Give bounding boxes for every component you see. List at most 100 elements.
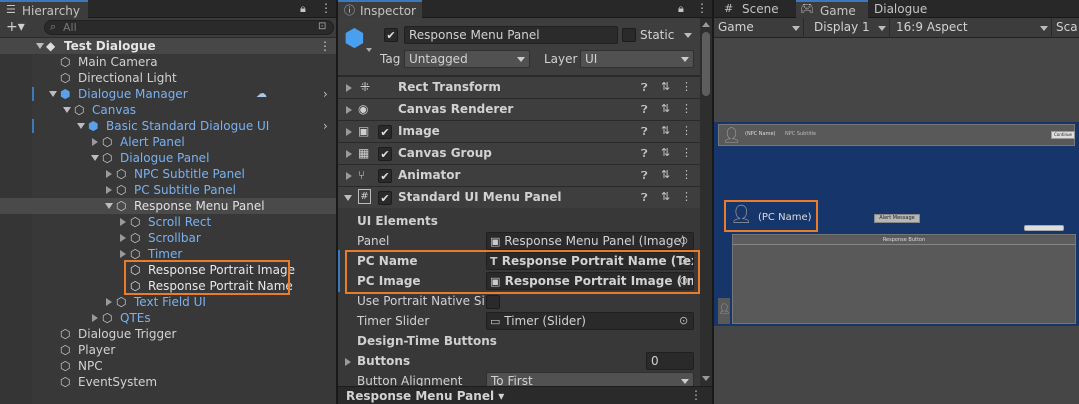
inspector-scrollbar[interactable] — [700, 18, 712, 386]
hierarchy-item-response-menu-panel[interactable]: ⬡ Response Menu Panel — [0, 198, 336, 214]
hierarchy-item-alert-panel[interactable]: ⬡ Alert Panel — [0, 134, 336, 150]
enabled-checkbox[interactable]: ✔ — [378, 191, 392, 205]
expand-arrow-icon[interactable] — [105, 203, 113, 209]
settings-sliders-icon[interactable]: ⇅ — [661, 80, 670, 93]
component-canvas-group[interactable]: ▦ ✔ Canvas Group ❓︎ ⇅ ⋮ — [338, 142, 712, 164]
layer-dropdown[interactable]: UI — [580, 50, 694, 68]
icon-dropdown-arrow[interactable] — [366, 48, 372, 52]
hierarchy-item-eventsystem[interactable]: ⬡ EventSystem — [0, 374, 336, 390]
hierarchy-item-directional-light[interactable]: ⬡ Directional Light — [0, 70, 336, 86]
hierarchy-item-pc-subtitle-panel[interactable]: ⬡ PC Subtitle Panel — [0, 182, 336, 198]
footer-more-icon[interactable]: ⋮ — [690, 388, 702, 402]
component-animator[interactable]: ⑂ ✔ Animator ❓︎ ⇅ ⋮ — [338, 164, 712, 186]
collapse-arrow-icon[interactable] — [92, 314, 98, 322]
collapse-arrow-icon[interactable] — [106, 186, 112, 194]
hierarchy-item-text-field-ui[interactable]: ⬡ Text Field UI — [0, 294, 336, 310]
tab-dialogue[interactable]: Dialogue — [874, 0, 954, 18]
expand-arrow-icon[interactable] — [77, 123, 85, 129]
active-checkbox[interactable]: ✔ — [384, 28, 398, 42]
collapse-arrow-icon[interactable] — [346, 106, 352, 114]
settings-sliders-icon[interactable]: ⇅ — [661, 168, 670, 181]
collapse-arrow-icon[interactable] — [346, 84, 352, 92]
collapse-arrow-icon[interactable] — [346, 172, 352, 180]
help-icon[interactable]: ❓︎ — [641, 191, 648, 205]
scrollbar-thumb[interactable] — [702, 32, 710, 96]
hierarchy-item-npc[interactable]: ⬡ NPC — [0, 358, 336, 374]
aspect-dropdown[interactable]: 16:9 Aspect — [892, 18, 1052, 38]
object-picker-icon[interactable]: ⊙ — [679, 313, 688, 329]
open-prefab-arrow-icon[interactable]: › — [323, 118, 328, 134]
enabled-checkbox[interactable]: ✔ — [378, 147, 392, 161]
search-options-icon[interactable]: ⊡ — [318, 21, 326, 32]
help-icon[interactable]: ❓︎ — [641, 81, 648, 95]
expand-arrow-icon[interactable] — [49, 91, 57, 97]
continue-button[interactable]: Continue — [1051, 131, 1075, 139]
tag-dropdown[interactable]: Untagged — [404, 50, 530, 68]
settings-sliders-icon[interactable]: ⇅ — [661, 124, 670, 137]
hierarchy-item-main-camera[interactable]: ⬡ Main Camera — [0, 54, 336, 70]
object-name-field[interactable]: Response Menu Panel — [404, 26, 618, 44]
collapse-arrow-icon[interactable] — [346, 150, 352, 158]
collapse-arrow-icon[interactable] — [92, 138, 98, 146]
component-more-icon[interactable]: ⋮ — [681, 102, 692, 115]
game-mode-dropdown[interactable]: Game — [714, 18, 804, 38]
component-standard-ui-menu-panel[interactable]: # ✔ Standard UI Menu Panel ❓︎ ⇅ ⋮ — [338, 186, 712, 208]
open-prefab-arrow-icon[interactable]: › — [323, 86, 328, 102]
hierarchy-item-scrollbar[interactable]: ⬡ Scrollbar — [0, 230, 336, 246]
collapse-arrow-icon[interactable] — [106, 298, 112, 306]
scroll-down-icon[interactable] — [702, 376, 710, 381]
hierarchy-item-npc-subtitle-panel[interactable]: ⬡ NPC Subtitle Panel — [0, 166, 336, 182]
component-more-icon[interactable]: ⋮ — [681, 190, 692, 203]
use-portrait-checkbox[interactable] — [486, 295, 500, 309]
expand-arrow-icon[interactable] — [91, 155, 99, 161]
help-icon[interactable]: ❓︎ — [641, 103, 648, 117]
response-button[interactable]: Response Button — [733, 237, 1075, 245]
component-more-icon[interactable]: ⋮ — [681, 146, 692, 159]
lock-icon[interactable]: 🔒︎ — [300, 2, 306, 16]
scene-row[interactable]: ◆ Test Dialogue ⋮ — [0, 38, 336, 54]
collapse-arrow-icon[interactable] — [345, 358, 351, 366]
hierarchy-item-basic-standard-dialogue-ui[interactable]: ⬢ Basic Standard Dialogue UI › — [0, 118, 336, 134]
collapse-arrow-icon[interactable] — [120, 218, 126, 226]
hierarchy-item-dialogue-panel[interactable]: ⬡ Dialogue Panel — [0, 150, 336, 166]
static-checkbox[interactable] — [622, 28, 636, 42]
more-icon[interactable]: ⋮ — [320, 1, 332, 15]
settings-sliders-icon[interactable]: ⇅ — [661, 190, 670, 203]
settings-sliders-icon[interactable]: ⇅ — [661, 102, 670, 115]
hierarchy-item-dialogue-manager[interactable]: ⬢ Dialogue Manager ☁ › — [0, 86, 336, 102]
help-icon[interactable]: ❓︎ — [641, 169, 648, 183]
search-field[interactable]: ⌕ All ⊡ — [44, 20, 334, 35]
expand-arrow-icon[interactable] — [36, 43, 44, 49]
panel-object-field[interactable]: ▣ Response Menu Panel (Image) ⊙ — [486, 232, 694, 250]
component-more-icon[interactable]: ⋮ — [681, 168, 692, 181]
collapse-arrow-icon[interactable] — [120, 234, 126, 242]
collapse-arrow-icon[interactable] — [346, 128, 352, 136]
help-icon[interactable]: ❓︎ — [641, 125, 648, 139]
more-icon[interactable]: ⋮ — [696, 1, 708, 15]
scene-more-icon[interactable]: ⋮ — [319, 38, 331, 54]
component-canvas-renderer[interactable]: ◉ Canvas Renderer ❓︎ ⇅ ⋮ — [338, 98, 712, 120]
hierarchy-item-canvas[interactable]: ⬡ Canvas — [0, 102, 336, 118]
component-more-icon[interactable]: ⋮ — [681, 124, 692, 137]
component-more-icon[interactable]: ⋮ — [681, 80, 692, 93]
hierarchy-item-player[interactable]: ⬡ Player — [0, 342, 336, 358]
preview-dropdown[interactable]: Response Menu Panel ▾ — [346, 389, 504, 403]
hierarchy-item-qtes[interactable]: ⬡ QTEs — [0, 310, 336, 326]
hierarchy-item-dialogue-trigger[interactable]: ⬡ Dialogue Trigger — [0, 326, 336, 342]
buttons-size-field[interactable]: 0 — [646, 352, 694, 370]
collapse-arrow-icon[interactable] — [106, 170, 112, 178]
help-icon[interactable]: ❓︎ — [641, 147, 648, 161]
enabled-checkbox[interactable]: ✔ — [378, 125, 392, 139]
scroll-up-icon[interactable] — [702, 22, 710, 27]
expand-arrow-icon[interactable] — [344, 195, 352, 201]
settings-sliders-icon[interactable]: ⇅ — [661, 146, 670, 159]
lock-icon[interactable]: 🔒︎ — [678, 2, 684, 16]
timer-object-field[interactable]: ▭ Timer (Slider) ⊙ — [486, 312, 694, 330]
add-button[interactable]: +▾ — [6, 19, 25, 35]
hierarchy-item-scroll-rect[interactable]: ⬡ Scroll Rect — [0, 214, 336, 230]
component-rect-transform[interactable]: ⁜ Rect Transform ❓︎ ⇅ ⋮ — [338, 76, 712, 98]
scale-label[interactable]: Sca — [1056, 20, 1078, 34]
collapse-arrow-icon[interactable] — [120, 250, 126, 258]
game-render-area[interactable]: 👤︎ (NPC Name) NPC Subtitle Continue 👤︎ (… — [714, 122, 1079, 326]
static-dropdown-arrow[interactable] — [684, 33, 692, 38]
